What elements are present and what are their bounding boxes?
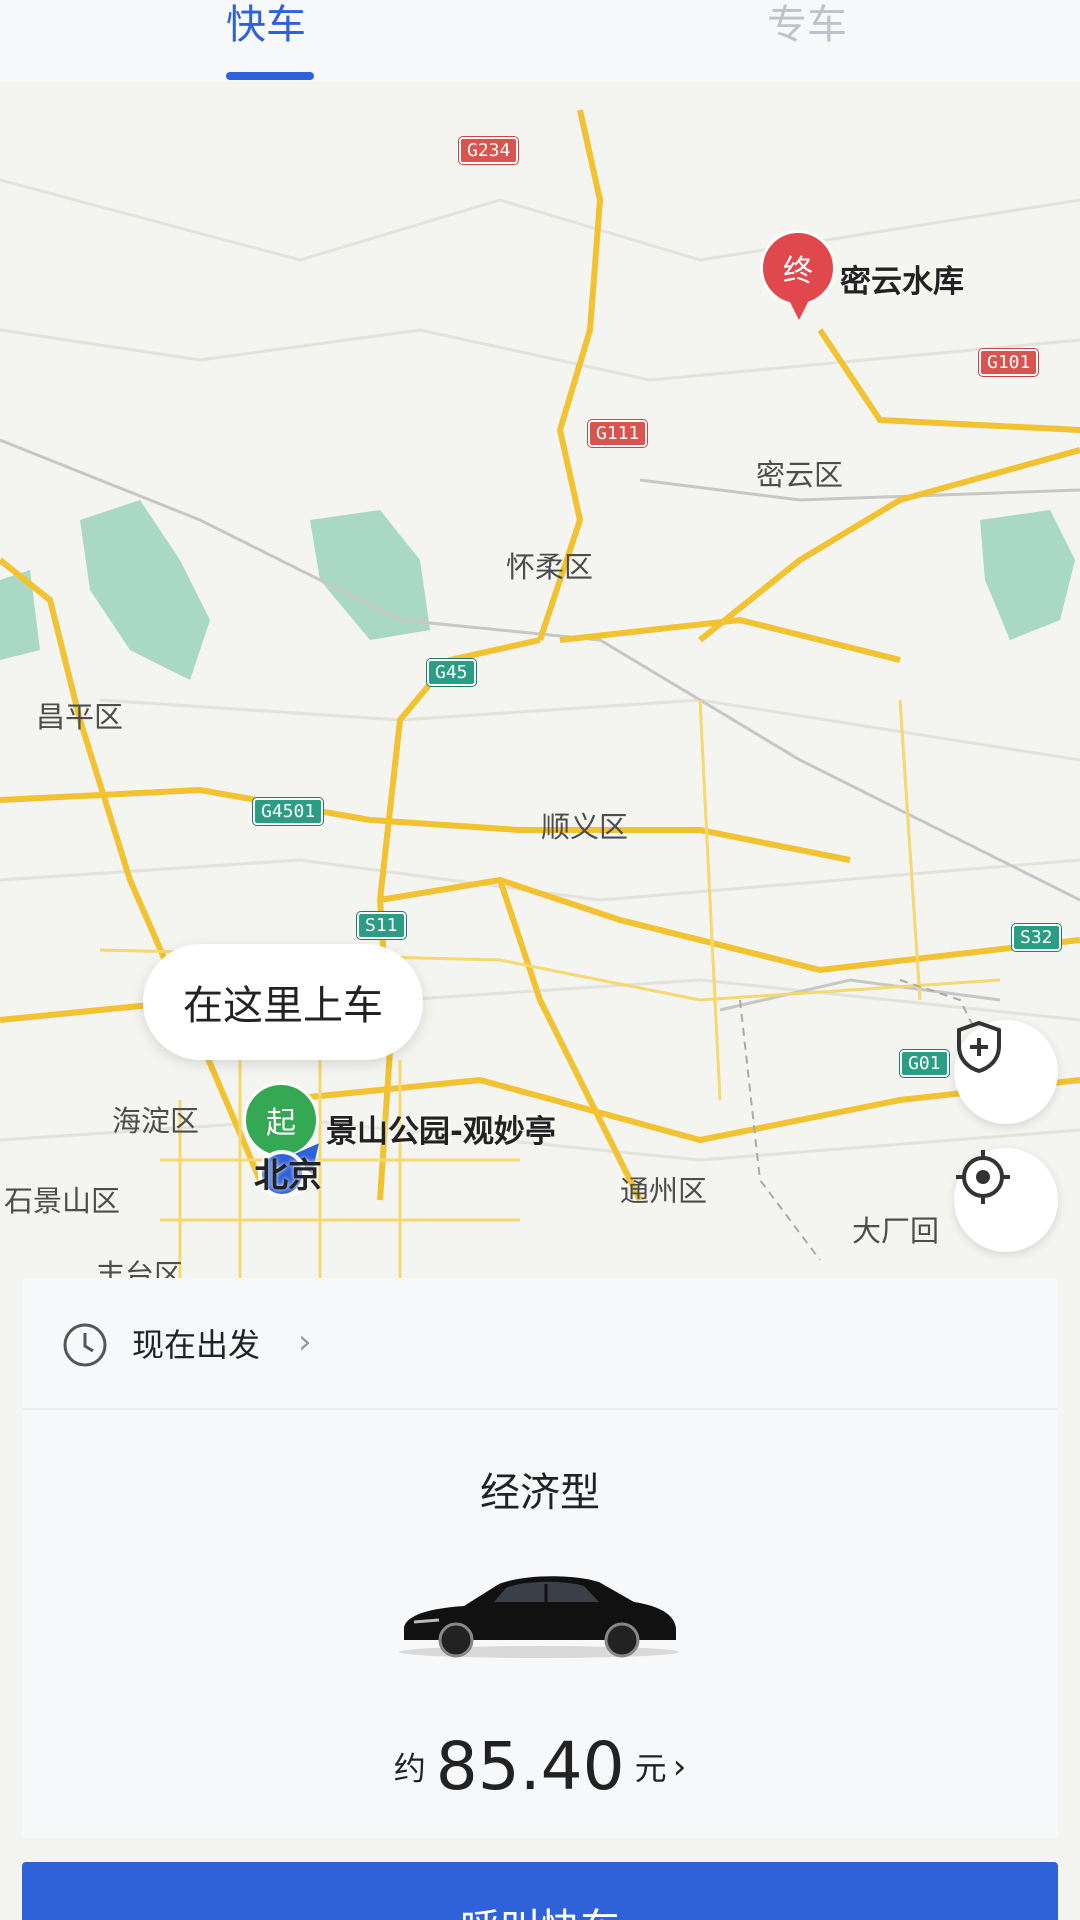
end-pin-tail [789,300,809,320]
locate-button[interactable] [954,1148,1058,1252]
ride-estimate-panel: 现在出发 › 经济型 约 85.40 元 › [22,1278,1058,1838]
road-shield-g45: G45 [426,658,477,687]
road-shield-g234: G234 [457,136,520,165]
end-pin[interactable]: 终 [760,230,836,306]
road-shield-g01: G01 [899,1049,950,1078]
road-shield-g4501: G4501 [251,797,325,826]
end-poi-label: 密云水库 [840,264,964,300]
price-estimate[interactable]: 约 85.40 元 › [22,1728,1058,1805]
start-poi-label: 景山公园-观妙亭 [326,1114,556,1150]
tab-express[interactable]: 快车 [226,0,306,50]
departure-time-label: 现在出发 [132,1326,261,1364]
district-label: 密云区 [756,458,844,492]
district-label: 通州区 [620,1174,708,1208]
car-image[interactable] [394,1566,684,1662]
district-label: 昌平区 [36,700,124,734]
district-label: 顺义区 [541,810,629,844]
road-shield-s32: S32 [1011,923,1062,952]
city-label: 北京 [254,1156,322,1196]
district-label: 怀柔区 [506,550,594,584]
car-type-label: 经济型 [480,1470,600,1516]
safety-button[interactable] [954,1020,1058,1124]
departure-time-row[interactable]: 现在出发 › [22,1278,1058,1410]
tab-premium[interactable]: 专车 [767,0,847,50]
pickup-hint-bubble[interactable]: 在这里上车 [143,944,423,1060]
district-label: 海淀区 [112,1104,200,1138]
road-shield-g101: G101 [977,348,1040,377]
chevron-right-icon: › [672,1746,687,1787]
ride-type-tabs: 快车 专车 [0,0,1080,82]
call-ride-button[interactable]: 呼叫快车 [22,1862,1058,1920]
price-value: 85.40 [435,1728,625,1805]
road-shield-g111: G111 [586,419,649,448]
clock-icon [63,1323,107,1367]
locate-icon [956,1150,1010,1204]
price-unit: 元 [634,1749,667,1788]
shield-plus-icon [957,1020,1001,1074]
tab-active-indicator [226,72,314,80]
road-shield-s11: S11 [356,911,407,940]
chevron-right-icon: › [298,1322,312,1362]
district-label: 大厂回 [852,1214,940,1248]
district-label: 石景山区 [4,1184,121,1218]
price-prefix: 约 [393,1749,426,1788]
